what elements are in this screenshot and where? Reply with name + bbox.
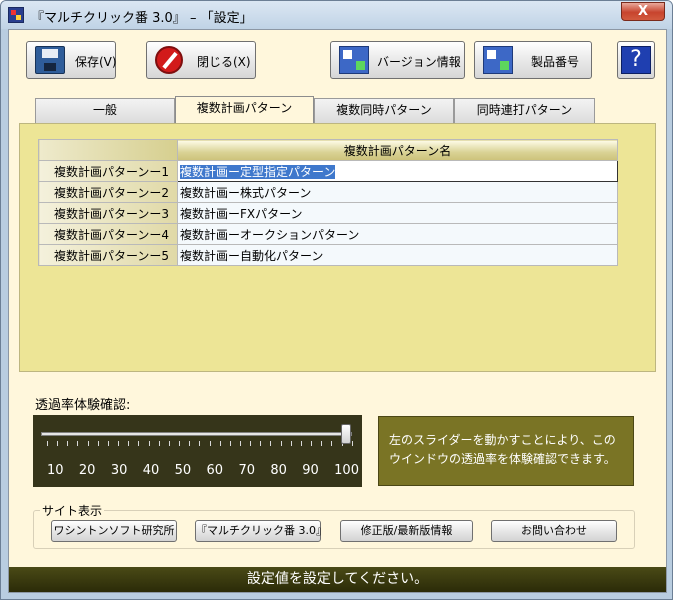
slider-scale-label: 30 — [110, 463, 128, 478]
window-close-button[interactable]: X — [621, 2, 665, 21]
row-header: 複数計画パターンー5 — [38, 244, 178, 266]
slider-tick — [260, 441, 262, 446]
close-button[interactable]: 閉じる(X) — [146, 41, 256, 79]
slider-scale-label: 50 — [174, 463, 192, 478]
pattern-panel: 複数計画パターン名 複数計画パターンー1 複数計画ー定型指定パターン 複数計画パ… — [19, 123, 656, 372]
site-display-legend: サイト表示 — [40, 502, 105, 519]
help-button[interactable]: ? — [617, 41, 655, 79]
grid-corner — [38, 139, 178, 161]
slider-tick — [331, 441, 333, 446]
no-entry-icon — [155, 46, 183, 74]
grid-column-header: 複数計画パターン名 — [177, 139, 618, 161]
slider-scale-label: 40 — [142, 463, 160, 478]
update-info-button[interactable]: 修正版/最新版情報 — [340, 520, 473, 542]
slider-tick — [209, 441, 211, 446]
slider-tick — [179, 441, 181, 446]
floppy-disk-icon — [35, 46, 65, 74]
slider-tick — [250, 441, 252, 446]
transparency-label: 透過率体験確認: — [35, 398, 131, 413]
slider-scale: 10 20 30 40 50 60 70 80 90 100 — [47, 463, 359, 478]
slider-tick — [199, 441, 201, 446]
row-header: 複数計画パターンー1 — [38, 160, 178, 182]
multiclick-site-button[interactable]: 『マルチクリック番 3.0』 — [195, 520, 327, 542]
slider-tick — [189, 441, 191, 446]
slider-tick — [311, 441, 313, 446]
tab-general[interactable]: 一般 — [35, 98, 175, 123]
slider-scale-label: 10 — [47, 463, 64, 478]
contact-button[interactable]: お問い合わせ — [491, 520, 617, 542]
washington-soft-button[interactable]: ワシントンソフト研究所 — [51, 520, 177, 542]
table-row[interactable]: 複数計画パターンー5 複数計画ー自動化パターン — [38, 244, 618, 266]
tab-multi-plan-pattern[interactable]: 複数計画パターン — [175, 96, 314, 124]
table-row[interactable]: 複数計画パターンー3 複数計画ーFXパターン — [38, 202, 618, 224]
slider-scale-label: 90 — [302, 463, 319, 478]
pattern-name-text: 複数計画ー定型指定パターン — [180, 164, 336, 179]
app-info-icon — [339, 46, 369, 74]
slider-tick — [148, 441, 150, 446]
row-header: 複数計画パターンー4 — [38, 223, 178, 245]
pattern-grid: 複数計画パターン名 複数計画パターンー1 複数計画ー定型指定パターン 複数計画パ… — [38, 139, 618, 266]
slider-tick — [128, 441, 130, 446]
slider-tick — [47, 441, 48, 446]
tab-multi-simultaneous-pattern[interactable]: 複数同時パターン — [314, 98, 454, 123]
slider-tick — [300, 441, 302, 446]
transparency-slider-thumb[interactable] — [341, 424, 351, 444]
save-button[interactable]: 保存(V) — [26, 41, 117, 79]
slider-tick — [138, 441, 140, 446]
tab-simultaneous-rapid-pattern[interactable]: 同時連打パターン — [454, 98, 595, 123]
product-number-label: 製品番号 — [531, 55, 580, 69]
slider-tick — [270, 441, 272, 446]
slider-tick — [118, 441, 120, 446]
table-row[interactable]: 複数計画パターンー1 複数計画ー定型指定パターン — [38, 160, 618, 182]
slider-tick — [77, 441, 79, 446]
slider-tick — [168, 441, 170, 446]
slider-ticks — [47, 441, 353, 446]
close-button-label: 閉じる(X) — [197, 55, 251, 69]
slider-tick — [321, 441, 323, 446]
info-line-2: ウインドウの透過率を体験確認できます。 — [389, 452, 616, 466]
window-title: 『マルチクリック番 3.0』 – 「設定」 — [31, 11, 253, 26]
table-row[interactable]: 複数計画パターンー4 複数計画ーオークションパターン — [38, 223, 618, 245]
product-key-icon — [483, 46, 513, 74]
transparency-slider-track[interactable] — [41, 432, 352, 436]
version-info-button[interactable]: バージョン情報 — [330, 41, 465, 79]
status-bar: 設定値を設定してください。 — [9, 567, 666, 592]
table-row[interactable]: 複数計画パターンー2 複数計画ー株式パターン — [38, 181, 618, 203]
slider-scale-label: 60 — [206, 463, 224, 478]
slider-scale-label: 20 — [78, 463, 96, 478]
transparency-info-box: 左のスライダーを動かすことにより、この ウインドウの透過率を体験確認できます。 — [378, 416, 634, 486]
slider-scale-label: 80 — [270, 463, 287, 478]
client-area: 保存(V) 閉じる(X) バージョン情報 製品番号 ? 一般 複数計画パターン … — [8, 29, 667, 593]
info-line-1: 左のスライダーを動かすことにより、この — [389, 433, 616, 447]
pattern-name-cell[interactable]: 複数計画ーオークションパターン — [177, 223, 618, 245]
slider-tick — [219, 441, 221, 446]
slider-tick — [239, 441, 241, 446]
help-book-icon: ? — [621, 46, 651, 74]
settings-window: 『マルチクリック番 3.0』 – 「設定」 X 保存(V) 閉じる(X) バージ… — [0, 0, 673, 600]
row-header: 複数計画パターンー3 — [38, 202, 178, 224]
transparency-slider-box: 10 20 30 40 50 60 70 80 90 100 — [33, 415, 362, 487]
slider-tick — [97, 441, 99, 446]
slider-tick — [229, 441, 231, 446]
slider-tick — [351, 441, 353, 446]
save-button-label: 保存(V) — [75, 55, 117, 69]
app-icon — [8, 7, 24, 23]
slider-tick — [290, 441, 292, 446]
slider-scale-label: 100 — [334, 463, 359, 478]
product-number-button[interactable]: 製品番号 — [474, 41, 592, 79]
slider-scale-label: 70 — [238, 463, 255, 478]
pattern-name-cell[interactable]: 複数計画ー定型指定パターン — [177, 160, 618, 182]
pattern-name-cell[interactable]: 複数計画ーFXパターン — [177, 202, 618, 224]
pattern-name-cell[interactable]: 複数計画ー自動化パターン — [177, 244, 618, 266]
version-info-label: バージョン情報 — [377, 55, 461, 69]
slider-tick — [280, 441, 282, 446]
slider-tick — [57, 441, 59, 446]
slider-tick — [158, 441, 160, 446]
row-header: 複数計画パターンー2 — [38, 181, 178, 203]
title-bar[interactable]: 『マルチクリック番 3.0』 – 「設定」 X — [1, 1, 672, 29]
slider-tick — [67, 441, 69, 446]
slider-tick — [107, 441, 109, 446]
pattern-name-cell[interactable]: 複数計画ー株式パターン — [177, 181, 618, 203]
slider-tick — [87, 441, 89, 446]
